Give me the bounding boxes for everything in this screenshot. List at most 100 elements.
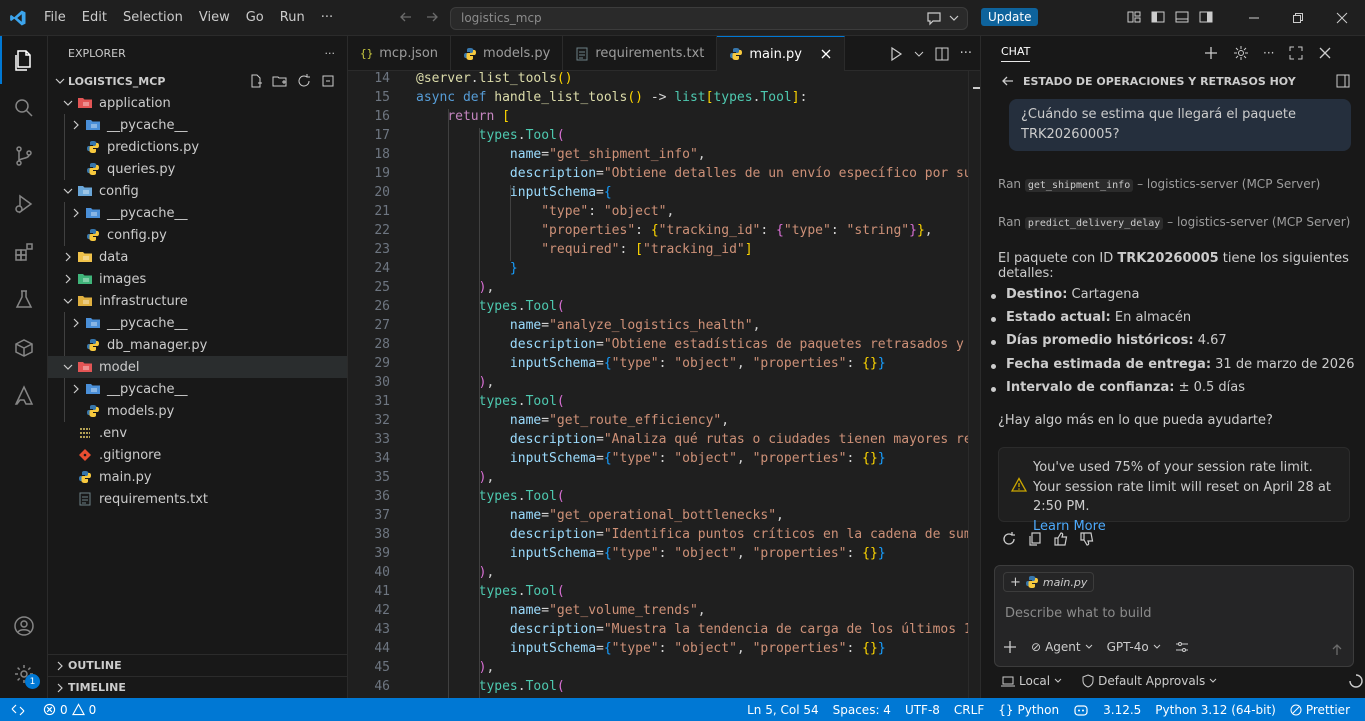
menu-file[interactable]: File [36, 10, 74, 25]
close-chat-icon[interactable] [1318, 46, 1332, 60]
chat-settings-gear-icon[interactable] [1233, 45, 1249, 61]
prettier-status[interactable]: Prettier [1283, 703, 1357, 717]
menu-edit[interactable]: Edit [74, 10, 115, 25]
tree-item[interactable]: models.py [48, 400, 347, 422]
thumbs-up-icon[interactable] [1053, 531, 1069, 547]
tree-item[interactable]: config.py [48, 224, 347, 246]
timeline-section[interactable]: TIMELINE [48, 676, 348, 698]
retry-icon[interactable] [1001, 531, 1017, 547]
toggle-panel-icon[interactable] [1336, 74, 1350, 88]
editor-more-icon[interactable]: ··· [960, 46, 972, 61]
chat-input-box[interactable]: + main.py Describe what to build ⊘ Agent… [994, 565, 1354, 667]
tree-item[interactable]: images [48, 268, 347, 290]
tool-call-1[interactable]: Ran get_shipment_info – logistics-server… [998, 177, 1320, 192]
settings-gear-icon[interactable] [0, 650, 48, 698]
tree-item[interactable]: predictions.py [48, 136, 347, 158]
chat-input-placeholder[interactable]: Describe what to build [1005, 606, 1152, 621]
tree-item[interactable]: main.py [48, 466, 347, 488]
customize-layout-icon[interactable] [1126, 9, 1142, 25]
tree-item[interactable]: db_manager.py [48, 334, 347, 356]
toggle-panel-icon[interactable] [1174, 9, 1190, 25]
tree-item[interactable]: infrastructure [48, 290, 347, 312]
python-interpreter[interactable]: Python 3.12 (64-bit) [1148, 703, 1283, 717]
model-picker[interactable]: GPT-4o [1107, 640, 1161, 654]
testing-flask-icon[interactable] [0, 276, 48, 324]
tree-item[interactable]: __pycache__ [48, 202, 347, 224]
tree-item[interactable]: __pycache__ [48, 378, 347, 400]
tab-requirements-txt[interactable]: requirements.txt [563, 36, 718, 71]
explorer-more-button[interactable]: ··· [325, 47, 336, 60]
context-chip[interactable]: + main.py [1003, 572, 1095, 592]
tree-item[interactable]: model [48, 356, 347, 378]
new-file-icon[interactable] [248, 73, 264, 89]
menu-selection[interactable]: Selection [115, 10, 191, 25]
minimize-icon[interactable] [1232, 0, 1276, 36]
close-window-icon[interactable] [1320, 0, 1364, 36]
chat-title[interactable]: CHAT [1001, 45, 1031, 62]
menu-go[interactable]: Go [238, 10, 272, 25]
close-tab-icon[interactable] [820, 48, 832, 60]
collapse-all-icon[interactable] [320, 73, 336, 89]
tree-item[interactable]: data [48, 246, 347, 268]
code-editor[interactable]: 14 @server.list_tools() 15 async def handle… [348, 71, 968, 698]
line-endings[interactable]: CRLF [947, 703, 991, 717]
menu-view[interactable]: View [191, 10, 238, 25]
toggle-secondary-sidebar-icon[interactable] [1198, 9, 1214, 25]
cursor-position[interactable]: Ln 5, Col 54 [740, 703, 826, 717]
tree-item[interactable]: __pycache__ [48, 114, 347, 136]
containers-icon[interactable] [0, 324, 48, 372]
run-python-icon[interactable] [888, 46, 904, 62]
toggle-sidebar-icon[interactable] [1150, 9, 1166, 25]
tab-mcp-json[interactable]: {} mcp.json [348, 36, 452, 71]
outline-section[interactable]: OUTLINE [48, 654, 348, 676]
split-editor-icon[interactable] [934, 46, 950, 62]
maximize-icon[interactable] [1288, 45, 1304, 61]
send-arrow-icon[interactable] [1330, 643, 1344, 657]
tree-item[interactable]: __pycache__ [48, 312, 347, 334]
azure-icon[interactable] [0, 372, 48, 420]
menu-more[interactable]: ··· [313, 10, 341, 25]
chevron-down-icon[interactable] [948, 10, 960, 26]
mode-picker[interactable]: ⊘ Agent [1031, 640, 1093, 654]
tree-item[interactable]: application [48, 92, 347, 114]
tree-item[interactable]: .env [48, 422, 347, 444]
tree-item[interactable]: .gitignore [48, 444, 347, 466]
copilot-status-icon[interactable] [1066, 703, 1096, 717]
tools-config-icon[interactable] [1175, 640, 1189, 654]
menu-run[interactable]: Run [272, 10, 313, 25]
restore-icon[interactable] [1276, 0, 1320, 36]
tree-item[interactable]: config [48, 180, 347, 202]
approvals-picker[interactable]: Default Approvals [1082, 674, 1217, 688]
editor-scrollbar[interactable] [968, 71, 981, 698]
refresh-icon[interactable] [296, 73, 312, 89]
indentation[interactable]: Spaces: 4 [826, 703, 898, 717]
search-icon[interactable] [0, 84, 48, 132]
extensions-icon[interactable] [0, 228, 48, 276]
chevron-down-icon[interactable] [914, 46, 924, 62]
accounts-icon[interactable] [0, 602, 48, 650]
project-root[interactable]: LOGISTICS_MCP [48, 70, 347, 92]
chat-more-icon[interactable]: ··· [1263, 46, 1274, 60]
new-chat-icon[interactable] [1203, 45, 1219, 61]
python-version[interactable]: 3.12.5 [1096, 703, 1148, 717]
add-context-icon[interactable]: + [1010, 575, 1021, 590]
forward-arrow-icon[interactable] [424, 9, 440, 25]
command-center-search[interactable]: logistics_mcp [450, 7, 968, 30]
tab-main-py[interactable]: main.py [717, 36, 845, 71]
copy-icon[interactable] [1027, 531, 1043, 547]
tree-item[interactable]: requirements.txt [48, 488, 347, 510]
update-button[interactable]: Update [981, 8, 1039, 26]
back-arrow-icon[interactable] [398, 9, 414, 25]
back-arrow-icon[interactable] [1001, 74, 1015, 88]
location-picker[interactable]: Local [1001, 674, 1062, 688]
tree-item[interactable]: queries.py [48, 158, 347, 180]
add-icon[interactable] [1003, 640, 1017, 654]
source-control-icon[interactable] [0, 132, 48, 180]
encoding[interactable]: UTF-8 [898, 703, 947, 717]
remote-indicator[interactable] [0, 698, 36, 721]
tab-models-py[interactable]: models.py [451, 36, 564, 71]
explorer-icon[interactable] [0, 36, 48, 84]
problems-indicator[interactable]: 0 0 [36, 703, 103, 717]
thumbs-down-icon[interactable] [1079, 531, 1095, 547]
run-debug-icon[interactable] [0, 180, 48, 228]
